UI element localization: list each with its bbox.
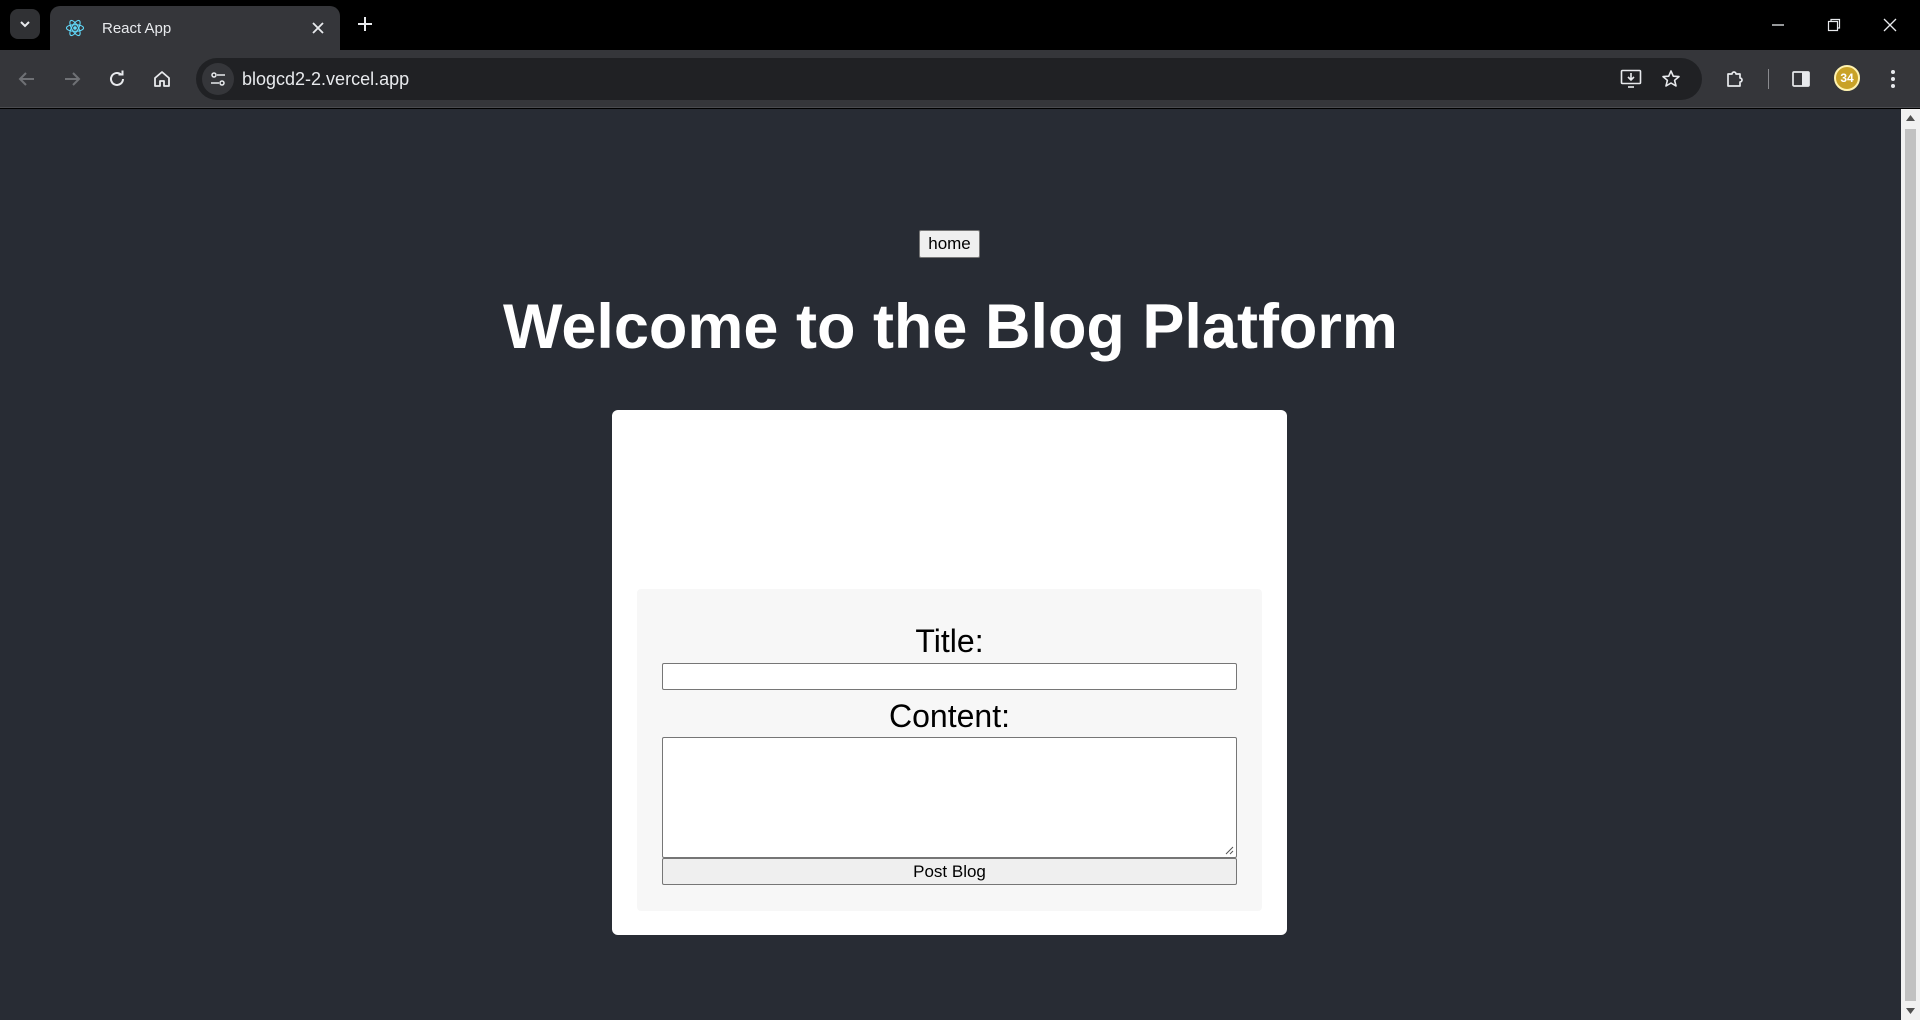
tab-title: React App	[102, 19, 172, 37]
star-icon	[1662, 70, 1680, 87]
close-window-button[interactable]	[1862, 0, 1918, 50]
address-bar[interactable]: blogcd2-2.vercel.app	[196, 58, 1702, 100]
install-icon	[1620, 69, 1642, 88]
restore-icon	[1827, 18, 1841, 32]
tab-strip: React App	[0, 0, 1920, 50]
page-viewport: home Welcome to the Blog Platform Title:…	[0, 109, 1901, 1020]
extensions-button[interactable]	[1718, 62, 1752, 96]
minimize-button[interactable]	[1750, 0, 1806, 50]
tune-icon	[211, 72, 225, 86]
reload-icon	[110, 70, 124, 86]
reload-button[interactable]	[100, 62, 134, 96]
triangle-up-icon	[1906, 115, 1915, 121]
arrow-right-icon	[65, 72, 81, 86]
browser-tab[interactable]: React App	[50, 6, 340, 50]
title-input[interactable]	[662, 663, 1237, 690]
browser-toolbar: blogcd2-2.vercel.app 34	[0, 50, 1920, 108]
back-button[interactable]	[10, 62, 44, 96]
page-title: Welcome to the Blog Platform	[503, 292, 1398, 362]
content-textarea[interactable]	[662, 737, 1237, 858]
react-icon	[64, 17, 86, 39]
bookmark-button[interactable]	[1658, 66, 1684, 92]
vertical-scrollbar[interactable]	[1901, 109, 1920, 1020]
home-page-button[interactable]	[145, 62, 179, 96]
more-vert-icon	[1891, 70, 1895, 88]
profile-avatar[interactable]: 34	[1834, 65, 1860, 91]
home-nav-button[interactable]: home	[919, 230, 980, 258]
blog-card: Title: Content: Post Blog	[612, 410, 1287, 935]
puzzle-icon	[1727, 71, 1743, 87]
tab-close-button[interactable]	[306, 16, 330, 40]
install-app-button[interactable]	[1618, 66, 1644, 92]
triangle-down-icon	[1906, 1008, 1915, 1014]
site-info-button[interactable]	[202, 63, 234, 95]
toolbar-divider	[1768, 69, 1769, 89]
title-label: Title:	[915, 623, 984, 659]
scroll-up-arrow[interactable]	[1905, 113, 1916, 123]
blog-form: Title: Content: Post Blog	[637, 589, 1262, 911]
scroll-down-arrow[interactable]	[1905, 1006, 1916, 1016]
new-tab-button[interactable]	[352, 11, 378, 37]
url-text[interactable]: blogcd2-2.vercel.app	[242, 69, 409, 90]
restore-button[interactable]	[1806, 0, 1862, 50]
scroll-thumb[interactable]	[1905, 129, 1916, 1001]
close-icon	[312, 22, 324, 34]
arrow-left-icon	[18, 72, 34, 86]
menu-button[interactable]	[1876, 62, 1910, 96]
tab-search-button[interactable]	[10, 9, 40, 39]
close-icon	[1883, 18, 1897, 32]
side-panel-icon	[1792, 71, 1810, 87]
post-blog-button[interactable]: Post Blog	[662, 858, 1237, 885]
resize-grip-icon[interactable]	[1224, 845, 1234, 855]
home-icon	[154, 71, 170, 87]
minimize-icon	[1772, 24, 1784, 26]
content-label: Content:	[889, 698, 1010, 734]
forward-button[interactable]	[55, 62, 89, 96]
plus-icon	[358, 17, 372, 31]
chevron-down-icon	[20, 21, 30, 28]
side-panel-button[interactable]	[1784, 62, 1818, 96]
